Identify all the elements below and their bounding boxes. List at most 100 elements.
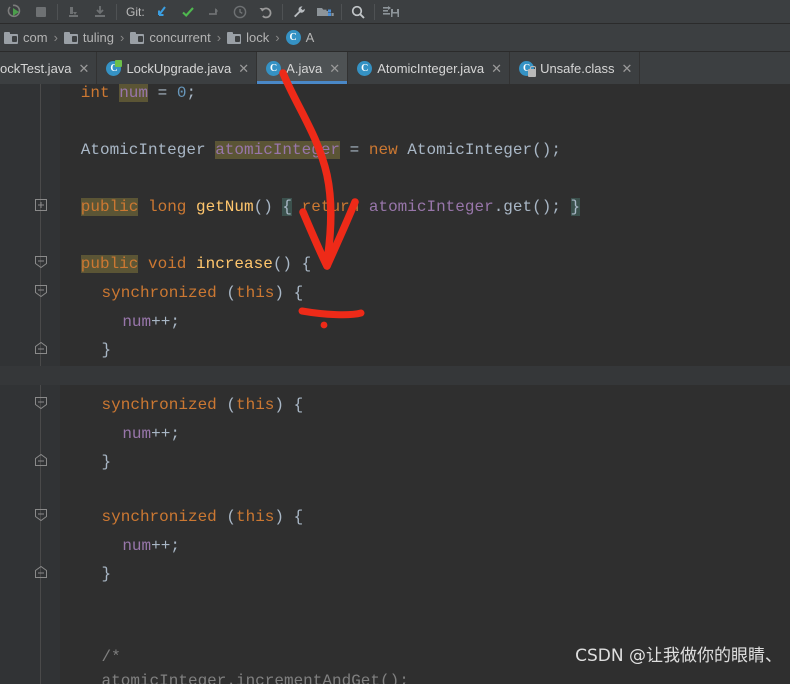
folder-icon [4, 31, 18, 44]
tab-locktest-java[interactable]: ockTest.java ✕ [0, 52, 98, 84]
project-structure-icon[interactable] [312, 1, 338, 23]
import-icon[interactable] [87, 1, 113, 23]
fold-marker-plus[interactable] [35, 199, 47, 211]
run-icon[interactable] [2, 1, 28, 23]
fold-marker-minus-top[interactable] [35, 509, 47, 521]
breadcrumb-separator: › [275, 30, 280, 45]
code-token: get [503, 198, 533, 216]
code-token: } [101, 565, 112, 583]
close-icon[interactable]: ✕ [329, 62, 340, 75]
main-toolbar: Git: [0, 0, 790, 24]
code-token: increase [196, 255, 273, 273]
code-line: synchronized (this) { [102, 284, 304, 303]
code-token: long [147, 198, 187, 216]
code-line: num++; [122, 313, 180, 332]
code-line: public long getNum() { return atomicInte… [80, 198, 581, 217]
breadcrumb-item-tuling[interactable]: tuling [63, 30, 114, 45]
save-all-icon[interactable] [378, 1, 404, 23]
toolbar-separator-2 [116, 3, 117, 20]
editor-tab-bar: ockTest.java ✕ C LockUpgrade.java ✕ C A.… [0, 52, 790, 84]
code-editor[interactable]: int num = 0; AtomicInteger atomicInteger … [0, 84, 790, 684]
clock-history-icon[interactable] [227, 1, 253, 23]
breadcrumb-item-A[interactable]: C A [285, 30, 314, 45]
wrench-icon[interactable] [286, 1, 312, 23]
tab-label: LockUpgrade.java [126, 60, 232, 76]
tab-unsafe-class[interactable]: C Unsafe.class ✕ [510, 52, 641, 84]
update-project-icon[interactable] [149, 1, 175, 23]
fold-marker-minus-bottom[interactable] [35, 566, 47, 578]
tab-label: Unsafe.class [540, 60, 615, 76]
folder-icon [63, 31, 78, 44]
code-token: synchronized [101, 396, 217, 414]
class-icon: C [285, 30, 301, 45]
code-token: num [122, 313, 152, 331]
close-icon[interactable]: ✕ [79, 62, 90, 75]
code-token: () { [272, 255, 312, 273]
code-token: ) { [274, 508, 304, 526]
tab-label: ockTest.java [0, 60, 72, 76]
close-icon[interactable]: ✕ [491, 62, 502, 75]
push-arrow-icon[interactable] [201, 1, 227, 23]
toolbar-separator-1 [57, 3, 58, 20]
code-token: (); [532, 141, 561, 159]
code-token: ++; [151, 537, 180, 555]
fold-marker-minus-bottom[interactable] [35, 454, 47, 466]
class-icon: C [266, 60, 282, 76]
tab-a-java[interactable]: C A.java ✕ [257, 52, 349, 84]
code-line: } [102, 453, 112, 472]
stop-icon[interactable] [28, 1, 54, 23]
code-token: return [301, 198, 360, 216]
code-token: this [235, 284, 275, 302]
code-line: synchronized (this) { [102, 508, 304, 527]
code-content[interactable]: int num = 0; AtomicInteger atomicInteger … [0, 84, 790, 684]
code-token: ) { [274, 396, 304, 414]
code-token: public [80, 255, 139, 273]
tab-label: A.java [286, 60, 323, 76]
code-token: public [80, 198, 139, 216]
code-line: /* [102, 648, 121, 667]
caret-line-highlight [0, 366, 790, 385]
tab-atomicinteger-java[interactable]: C AtomicInteger.java ✕ [348, 52, 511, 84]
fold-marker-minus-bottom[interactable] [35, 342, 47, 354]
breadcrumb-label: lock [246, 30, 270, 45]
java-icon: C [106, 59, 123, 76]
code-line: public void increase() { [80, 255, 312, 274]
close-icon[interactable]: ✕ [621, 62, 632, 75]
fold-marker-minus-top[interactable] [35, 397, 47, 409]
code-token: ++; [151, 313, 180, 331]
fold-marker-minus-top[interactable] [35, 256, 47, 268]
code-token: AtomicInteger [407, 141, 533, 159]
folder-icon [130, 31, 145, 44]
undo-rollback-icon[interactable] [253, 1, 279, 23]
step-down-icon[interactable] [61, 1, 87, 23]
breadcrumb-separator: › [216, 30, 222, 45]
breadcrumb-separator: › [119, 30, 125, 45]
code-line: } [102, 341, 112, 360]
breadcrumb-item-com[interactable]: com [4, 30, 48, 45]
code-token: this [235, 396, 275, 414]
code-token: () [253, 198, 283, 216]
breadcrumb-item-lock[interactable]: lock [227, 30, 269, 45]
close-icon[interactable]: ✕ [238, 62, 249, 75]
commit-check-icon[interactable] [175, 1, 201, 23]
code-token: = [349, 141, 360, 159]
tab-lockupgrade-java[interactable]: C LockUpgrade.java ✕ [97, 52, 258, 84]
fold-marker-minus-top[interactable] [35, 285, 47, 297]
code-token: num [122, 537, 152, 555]
code-line: num++; [122, 537, 180, 556]
breadcrumb-item-concurrent[interactable]: concurrent [130, 30, 211, 45]
search-icon[interactable] [345, 1, 371, 23]
toolbar-separator-4 [340, 3, 342, 20]
